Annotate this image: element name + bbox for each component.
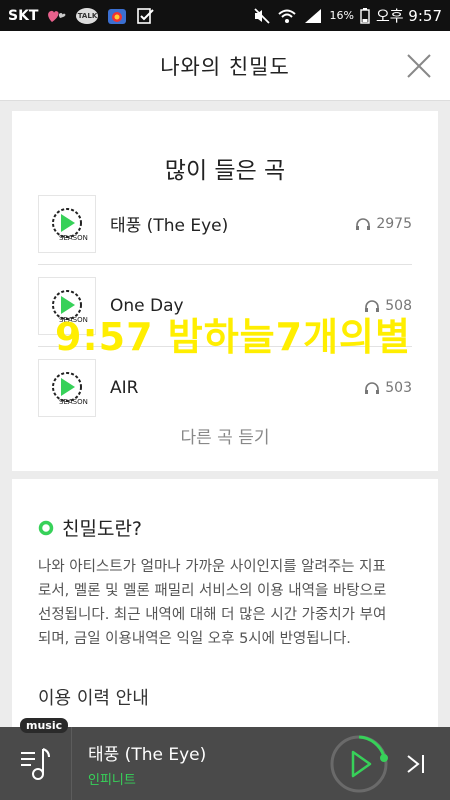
battery-icon bbox=[360, 7, 370, 24]
song-title: 태풍 (The Eye) bbox=[110, 216, 229, 236]
battery-percent: 16% bbox=[329, 9, 354, 22]
album-art: SEASON bbox=[38, 359, 96, 417]
app-notification-icon bbox=[106, 7, 128, 25]
close-icon bbox=[407, 54, 431, 78]
top-songs-card: 많이 들은 곡 SEASON 태풍 (The Eye) 2975 SEASON … bbox=[12, 111, 438, 471]
headphones-icon bbox=[365, 382, 380, 394]
main-content[interactable]: 많이 들은 곡 SEASON 태풍 (The Eye) 2975 SEASON … bbox=[0, 101, 450, 727]
heart-icon bbox=[46, 8, 68, 24]
close-button[interactable] bbox=[406, 53, 432, 79]
next-track-button[interactable] bbox=[396, 744, 436, 784]
play-button[interactable] bbox=[328, 733, 390, 795]
play-icon bbox=[330, 735, 388, 792]
status-bar: SKT TALK 16% 오후 9:57 bbox=[0, 0, 450, 31]
top-songs-title: 많이 들은 곡 bbox=[164, 158, 286, 184]
usage-history-heading: 이용 이력 안내 bbox=[38, 688, 149, 709]
signal-icon bbox=[303, 8, 323, 24]
carrier-label: SKT bbox=[8, 7, 39, 24]
song-title: One Day bbox=[110, 295, 184, 316]
info-heading-text: 친밀도란? bbox=[62, 518, 143, 540]
ring-icon bbox=[38, 520, 54, 535]
now-playing-title: 태풍 (The Eye) bbox=[88, 744, 207, 765]
task-check-icon bbox=[136, 7, 156, 25]
headphones-icon bbox=[365, 299, 380, 312]
play-count-value: 508 bbox=[385, 297, 412, 314]
album-art: SEASON bbox=[38, 276, 96, 335]
now-playing-info[interactable]: 태풍 (The Eye) 인피니트 bbox=[72, 740, 328, 788]
headphones-icon bbox=[356, 217, 371, 230]
song-title: AIR bbox=[110, 378, 139, 398]
now-playing-artist: 인피니트 bbox=[88, 772, 136, 788]
album-art: SEASON bbox=[38, 194, 96, 253]
play-count: 2975 bbox=[355, 216, 412, 232]
mini-player[interactable]: music 태풍 (The Eye) 인피니트 bbox=[0, 718, 450, 800]
wifi-icon bbox=[277, 8, 297, 24]
intimacy-info-card: 친밀도란? 나와 아티스트가 얼마나 가까운 사이인지를 알려주는 지표로서, … bbox=[12, 479, 438, 727]
music-tag: music bbox=[20, 718, 69, 733]
page-header: 나와의 친밀도 bbox=[0, 31, 450, 101]
kakaotalk-icon: TALK bbox=[76, 7, 99, 24]
status-clock: 오후 9:57 bbox=[375, 7, 442, 25]
play-count: 508 bbox=[364, 298, 412, 314]
page-title: 나와의 친밀도 bbox=[160, 54, 290, 79]
song-row[interactable]: SEASON 태풍 (The Eye) 2975 bbox=[38, 183, 412, 265]
mute-icon bbox=[253, 7, 271, 24]
more-songs-link[interactable]: 다른 곡 듣기 bbox=[12, 423, 438, 448]
song-row[interactable]: SEASON AIR 503 bbox=[38, 347, 412, 429]
svg-text:SEASON: SEASON bbox=[59, 234, 88, 242]
skip-next-icon bbox=[407, 754, 424, 773]
play-count-value: 503 bbox=[385, 380, 412, 396]
play-count: 503 bbox=[364, 380, 412, 396]
playlist-icon bbox=[20, 747, 50, 780]
song-row[interactable]: SEASON One Day 508 bbox=[38, 265, 412, 347]
svg-text:SEASON: SEASON bbox=[59, 398, 88, 406]
play-count-value: 2975 bbox=[376, 215, 412, 232]
info-heading: 친밀도란? bbox=[38, 514, 142, 541]
playlist-button[interactable] bbox=[0, 727, 72, 800]
info-description: 나와 아티스트가 얼마나 가까운 사이인지를 알려주는 지표로서, 멜론 및 멜… bbox=[38, 559, 387, 647]
svg-text:SEASON: SEASON bbox=[59, 316, 88, 324]
